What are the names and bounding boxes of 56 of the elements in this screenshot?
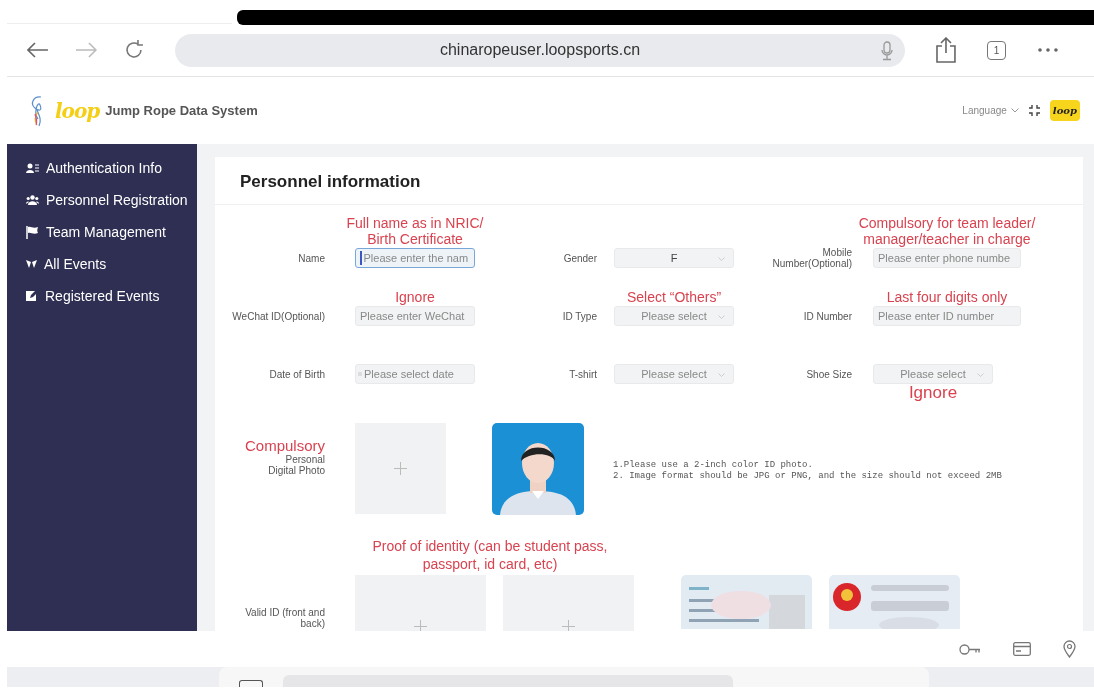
share-icon[interactable] <box>935 37 958 63</box>
text-cursor <box>360 251 362 265</box>
field-label: ID Type <box>561 310 597 322</box>
sidebar-item[interactable]: Authentication Info <box>7 152 197 184</box>
field-label: Gender <box>562 252 597 264</box>
microphone-icon[interactable] <box>881 40 894 61</box>
field-label: T-shirt <box>568 368 597 380</box>
chevron-down-icon <box>718 257 725 261</box>
plus-icon <box>394 462 407 475</box>
field-label: Date of Birth <box>268 368 325 380</box>
field-label: Shoe Size <box>805 368 852 380</box>
fullscreen-icon[interactable] <box>1028 105 1040 116</box>
back-icon[interactable] <box>27 42 49 58</box>
annotation-text: Ignore <box>907 385 959 401</box>
language-dropdown[interactable]: Language <box>962 105 1019 116</box>
more-icon[interactable] <box>1038 48 1058 52</box>
sidebar-item[interactable]: Registered Events <box>7 280 197 312</box>
field-label: Name <box>297 252 325 264</box>
chevron-down-icon <box>1010 108 1019 113</box>
user-avatar[interactable]: loop <box>1049 100 1080 121</box>
chevron-down-icon <box>977 373 984 377</box>
key-icon[interactable] <box>959 643 981 655</box>
sidebar-item[interactable]: All Events <box>7 248 197 280</box>
field-label: WeChat ID(Optional) <box>231 310 325 322</box>
annotation-text: Last four digits only <box>885 289 1009 305</box>
field-label: Valid ID (front and back) <box>244 607 325 629</box>
field-label: Personal Digital Photo <box>268 454 325 476</box>
address-bar[interactable]: chinaropeuser.loopsports.cn <box>174 33 906 67</box>
section-title: Personnel information <box>215 157 1083 205</box>
sidebar-item[interactable]: Team Management <box>7 216 197 248</box>
edit-icon <box>26 290 38 302</box>
annotation-text: Compulsory for team leader/ manager/teacher in charge <box>857 215 1037 247</box>
plus-icon <box>562 620 575 631</box>
annotation-text: Select “Others” <box>625 289 723 305</box>
id-card-icon <box>26 162 39 174</box>
group-icon <box>26 195 39 205</box>
annotation-text: Ignore <box>394 289 436 305</box>
chevron-down-icon <box>718 373 725 377</box>
keyboard-key[interactable] <box>239 680 263 687</box>
app-title: Jump Rope Data System <box>105 103 258 118</box>
chevron-down-icon <box>718 315 725 319</box>
brand-logo: loop <box>55 98 100 123</box>
flag-icon <box>26 225 39 239</box>
events-icon <box>26 259 37 269</box>
sidebar-item[interactable]: Personnel Registration <box>7 184 197 216</box>
credit-card-icon[interactable] <box>1013 642 1031 656</box>
tab-count-button[interactable]: 1 <box>987 40 1007 60</box>
plus-icon <box>414 620 427 631</box>
annotation-text: Compulsory <box>244 437 325 454</box>
annotation-text: Full name as in NRIC/ Birth Certificate <box>345 215 485 247</box>
location-pin-icon[interactable] <box>1063 640 1076 658</box>
annotation-text: Proof of identity (can be student pass, passport, id card, etc) <box>371 537 609 573</box>
select-field[interactable]: F <box>614 248 734 268</box>
photo-instructions: 1.Please use a 2-inch color ID photo. 2. Image format should be JPG or PNG, and the size should not exceed 2MB <box>613 460 1002 482</box>
field-label: ID Number <box>802 310 852 322</box>
field-label: Mobile Number(Optional) <box>771 247 852 269</box>
